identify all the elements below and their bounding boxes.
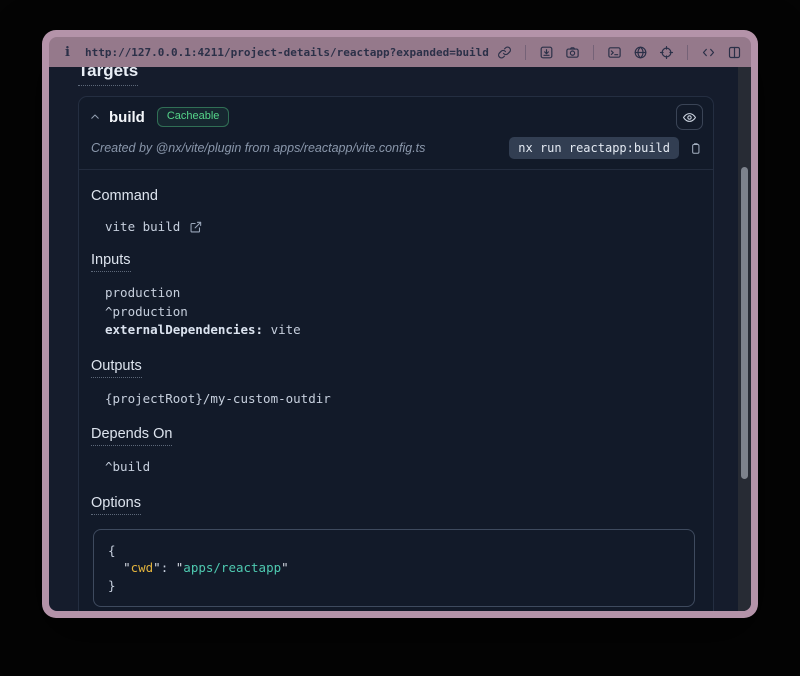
code-icon[interactable] xyxy=(701,45,716,60)
output-item: {projectRoot}/my-custom-outdir xyxy=(105,390,697,409)
target-meta-row: Created by @nx/vite/plugin from apps/rea… xyxy=(79,134,713,170)
section-heading-outputs: Outputs xyxy=(91,358,697,378)
browser-window: i http://127.0.0.1:4211/project-details/… xyxy=(42,30,758,618)
section-heading-command: Command xyxy=(91,188,697,207)
eye-icon xyxy=(682,110,697,125)
json-key: cwd xyxy=(131,560,154,575)
section-heading-options: Options xyxy=(91,495,697,515)
copy-icon[interactable] xyxy=(688,141,703,156)
camera-icon[interactable] xyxy=(565,45,580,60)
section-heading-inputs: Inputs xyxy=(91,252,697,272)
input-item: externalDependencies: vite xyxy=(105,321,697,340)
project-details-page: Targets build Cacheable xyxy=(49,67,738,611)
split-view-icon[interactable] xyxy=(727,45,742,60)
target-name: build xyxy=(109,109,145,126)
input-item: ^production xyxy=(105,303,697,322)
external-link-icon[interactable] xyxy=(189,220,203,234)
page-title: Targets xyxy=(78,67,138,86)
depends-on-item: ^build xyxy=(105,458,697,477)
cacheable-badge: Cacheable xyxy=(157,107,230,127)
section-heading-depends-on: Depends On xyxy=(91,426,697,446)
toolbar-divider xyxy=(687,45,688,60)
scrollbar-track[interactable] xyxy=(738,67,751,611)
browser-toolbar: i http://127.0.0.1:4211/project-details/… xyxy=(49,37,751,67)
toolbar-actions xyxy=(497,45,742,60)
url-text[interactable]: http://127.0.0.1:4211/project-details/re… xyxy=(85,46,497,59)
created-by-text: Created by @nx/vite/plugin from apps/rea… xyxy=(91,141,509,155)
json-value: apps/reactapp xyxy=(183,560,281,575)
view-in-graph-button[interactable] xyxy=(676,104,703,130)
target-card-build: build Cacheable Created by @nx/vite/plug… xyxy=(78,96,714,611)
scrollbar-thumb[interactable] xyxy=(741,167,748,479)
toolbar-divider xyxy=(525,45,526,60)
json-property-line: "cwd": "apps/reactapp" xyxy=(108,559,680,577)
browser-viewport: Targets build Cacheable xyxy=(49,67,751,611)
options-json-block: { "cwd": "apps/reactapp" } xyxy=(93,529,695,608)
toolbar-divider xyxy=(593,45,594,60)
globe-icon[interactable] xyxy=(633,45,648,60)
input-item: production xyxy=(105,284,697,303)
target-icon[interactable] xyxy=(659,45,674,60)
json-close-brace: } xyxy=(108,577,680,595)
json-open-brace: { xyxy=(108,542,680,560)
download-icon[interactable] xyxy=(539,45,554,60)
target-header-build[interactable]: build Cacheable xyxy=(79,97,713,134)
command-value: vite build xyxy=(105,219,180,234)
chevron-up-icon[interactable] xyxy=(89,111,101,123)
info-icon[interactable]: i xyxy=(65,45,70,60)
run-command-chip: nx run reactapp:build xyxy=(509,137,679,159)
terminal-icon[interactable] xyxy=(607,45,622,60)
target-details: Command vite build Inputs production ^pr… xyxy=(79,170,713,611)
link-icon[interactable] xyxy=(497,45,512,60)
